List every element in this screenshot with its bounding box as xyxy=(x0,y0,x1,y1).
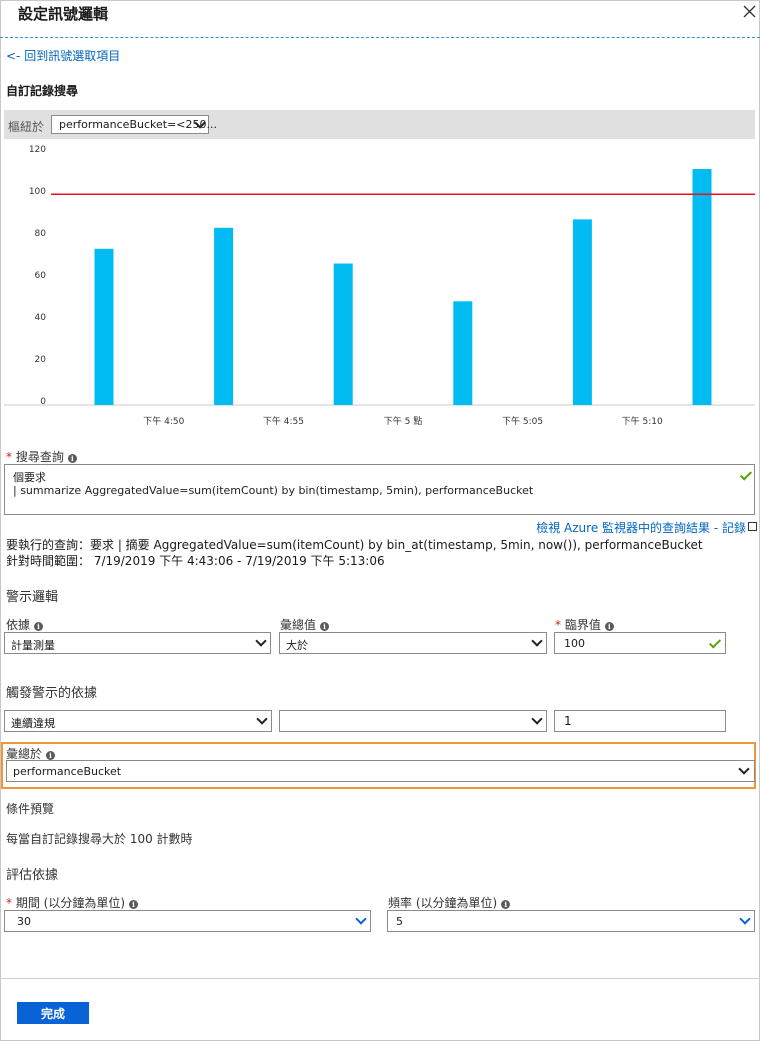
time-range: 針對時間範圍： 7/19/2019 下午 4:43:06 - 7/19/2019… xyxy=(6,554,385,568)
frequency-dropdown[interactable]: 5 xyxy=(387,910,755,932)
chevron-down-icon xyxy=(531,635,543,647)
chevron-down-icon xyxy=(738,763,750,775)
close-button[interactable] xyxy=(740,0,760,24)
threshold-input[interactable]: 100 xyxy=(554,632,726,654)
y-tick-label: 20 xyxy=(35,355,47,365)
y-tick-label: 100 xyxy=(29,187,46,197)
chart-svg: 020406080100120下午 4:50 下午 4:55 下午 5 點下午 5:… xyxy=(4,145,755,427)
view-results-in-monitor-link[interactable]: 檢視 Azure 監視器中的查詢結果 - 記錄 xyxy=(536,519,757,536)
period-value: 30 xyxy=(17,915,31,928)
chevron-down-icon xyxy=(531,713,543,725)
info-icon[interactable]: i xyxy=(129,900,139,909)
period-dropdown[interactable]: 30 xyxy=(4,910,371,932)
aggregate-on-value: performanceBucket xyxy=(13,765,122,778)
frequency-label-row: 頻率 (以分鐘為單位) i xyxy=(388,894,511,911)
back-to-signal-link[interactable]: <- 回到訊號選取項目 xyxy=(6,47,120,64)
x-tick-label: 下午 4:55 xyxy=(263,415,304,427)
aggregate-on-label: 彙總於 xyxy=(6,747,43,761)
y-tick-label: 40 xyxy=(35,313,47,323)
trigger-mid-dropdown[interactable] xyxy=(279,710,547,732)
aggregate-on-dropdown[interactable]: performanceBucket xyxy=(6,760,755,782)
based-on-label: 依據 xyxy=(6,618,31,632)
pivot-label: 樞紐於 xyxy=(8,120,45,134)
trigger-heading: 觸發警示的依據 xyxy=(6,686,98,701)
required-marker: * xyxy=(6,450,16,464)
trigger-type-dropdown[interactable]: 連續違規 xyxy=(4,710,272,732)
info-icon[interactable]: i xyxy=(34,622,44,631)
x-tick-label: 下午 5:05 xyxy=(502,415,543,427)
search-query-label-row: * 搜尋查詢 i xyxy=(6,448,77,465)
chart-bar xyxy=(94,248,114,405)
based-on-dropdown[interactable]: 計量測量 xyxy=(4,632,271,654)
x-tick-label: 下午 5:10 xyxy=(622,415,663,427)
info-icon[interactable]: i xyxy=(501,900,511,909)
period-label-row: * 期間 (以分鐘為單位) i xyxy=(6,894,139,911)
chevron-down-icon xyxy=(739,913,751,925)
chart-bar xyxy=(692,169,712,405)
y-tick-label: 120 xyxy=(29,145,46,155)
custom-log-search-heading: 自訂記錄搜尋 xyxy=(6,84,79,98)
chevron-down-icon xyxy=(355,913,367,925)
info-icon[interactable]: i xyxy=(46,751,56,760)
chevron-down-icon xyxy=(256,713,268,725)
chevron-down-icon xyxy=(255,635,267,647)
chart-bar xyxy=(333,263,353,405)
required-marker: * xyxy=(6,896,16,910)
search-query-label: 搜尋查詢 xyxy=(15,450,64,464)
operator-value: 大於 xyxy=(286,639,308,652)
info-icon[interactable]: i xyxy=(604,622,614,631)
condition-preview-heading: 條件預覽 xyxy=(6,802,55,816)
y-tick-label: 80 xyxy=(35,229,47,239)
query-to-execute: 要執行的查詢：要求 | 摘要 AggregatedValue=sum(itemC… xyxy=(6,538,703,552)
based-on-value: 計量測量 xyxy=(11,639,55,652)
info-icon[interactable]: i xyxy=(320,622,330,631)
period-label: 期間 (以分鐘為單位) xyxy=(15,896,126,910)
header-divider xyxy=(0,37,760,38)
y-tick-label: 60 xyxy=(35,271,47,281)
x-tick-label: 下午 5 點 xyxy=(384,415,422,427)
condition-preview-text: 每當自訂記錄搜尋大於 100 計數時 xyxy=(6,832,193,846)
alert-logic-heading: 警示邏輯 xyxy=(6,590,59,605)
query-line-1: 個要求 xyxy=(13,471,46,484)
threshold-label-row: * 臨界值 i xyxy=(555,616,614,633)
operator-label: 彙總值 xyxy=(280,618,317,632)
valid-check-icon xyxy=(708,636,722,649)
external-link-icon xyxy=(748,522,757,531)
trigger-type-value: 連續違規 xyxy=(11,717,55,730)
operator-dropdown[interactable]: 大於 xyxy=(279,632,547,654)
close-icon xyxy=(743,5,756,18)
pivot-select-value: performanceBucket=<250... xyxy=(59,118,217,131)
frequency-value: 5 xyxy=(396,915,403,928)
operator-label-row: 彙總值 i xyxy=(280,616,330,633)
violation-count-input[interactable]: 1 xyxy=(554,710,726,732)
based-on-label-row: 依據 i xyxy=(6,616,44,633)
threshold-value: 100 xyxy=(564,637,585,650)
search-query-input[interactable]: 個要求 | summarize AggregatedValue=sum(item… xyxy=(4,464,755,515)
monitor-link-text: 檢視 Azure 監視器中的查詢結果 - 記錄 xyxy=(536,521,746,535)
pivot-select[interactable]: performanceBucket=<250... xyxy=(51,115,217,134)
violation-count-value: 1 xyxy=(564,714,572,728)
valid-check-icon xyxy=(739,468,753,481)
footer-divider xyxy=(0,978,760,979)
evaluation-heading: 評估依據 xyxy=(6,868,59,883)
alert-chart: 0 20 40 60 80 100 120 下午 4:50 下午 4:55 下午 5 點下午 5:… xyxy=(4,140,755,440)
chart-bar xyxy=(214,227,234,405)
chart-bar xyxy=(572,219,592,405)
frequency-label: 頻率 (以分鐘為單位) xyxy=(388,896,498,910)
required-marker: * xyxy=(555,618,565,632)
chart-bar xyxy=(453,301,473,405)
panel-title: 設定訊號邏輯 xyxy=(18,5,109,23)
done-button[interactable]: 完成 xyxy=(17,1002,89,1024)
info-icon[interactable]: i xyxy=(67,454,77,463)
x-tick-label: 下午 4:50 xyxy=(143,415,184,427)
query-line-2: | summarize AggregatedValue=sum(itemCoun… xyxy=(13,484,534,497)
threshold-label: 臨界值 xyxy=(564,618,601,632)
